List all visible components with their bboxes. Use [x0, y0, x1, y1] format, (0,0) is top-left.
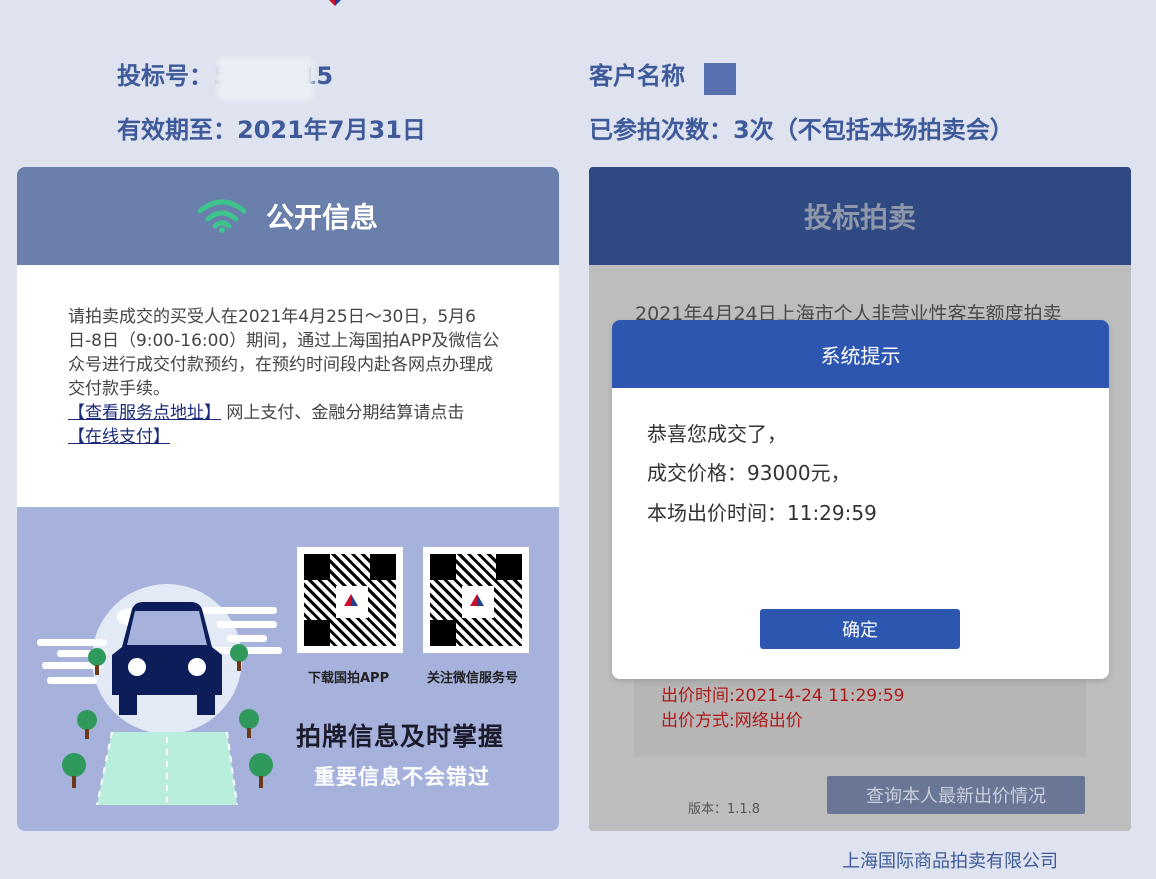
- bid-time-message: 本场出价时间：11:29:59: [647, 501, 877, 525]
- public-info-title: 公开信息: [265, 201, 378, 234]
- bid-time: 出价时间:2021-4-24 11:29:59: [661, 686, 905, 706]
- dialog-title: 系统提示: [820, 343, 901, 368]
- notice-block: 请拍卖成交的买受人在2021年4月25日～30日，5月6日-8日（9:00-16…: [17, 265, 559, 507]
- online-pay-link[interactable]: 【在线支付】: [68, 427, 170, 447]
- qr-caption-wechat: 关注微信服务号: [427, 671, 519, 686]
- app-qr-code: [297, 547, 403, 653]
- query-latest-bid-button[interactable]: 查询本人最新出价情况: [827, 776, 1085, 814]
- service-address-link[interactable]: 【查看服务点地址】: [68, 403, 221, 423]
- version-label: 版本：1.1.8: [688, 802, 761, 817]
- customer-name: 客户名称: [589, 56, 685, 91]
- promo-title: 拍牌信息及时掌握: [296, 722, 505, 751]
- deal-price: 成交价格：93000元，: [647, 461, 851, 485]
- wechat-qr-code: [423, 547, 529, 653]
- wifi-icon: [197, 199, 246, 233]
- promo-banner: 下载国拍APP 关注微信服务号 拍牌信息及时掌握 重要信息不会错过: [17, 507, 559, 831]
- system-prompt-dialog: 系统提示 恭喜您成交了， 成交价格：93000元， 本场出价时间：11:29:5…: [612, 320, 1109, 679]
- bid-auction-title: 投标拍卖: [803, 201, 916, 234]
- bid-auction-header: 投标拍卖: [589, 167, 1131, 265]
- payment-hint: 网上支付、金融分期结算请点击: [221, 403, 465, 423]
- qr-caption-app: 下载国拍APP: [308, 671, 390, 686]
- public-info-header: 公开信息: [17, 167, 559, 265]
- car-illustration-icon: [37, 584, 282, 806]
- company-name: 上海国际商品拍卖有限公司: [842, 851, 1058, 872]
- privacy-mask: [218, 58, 313, 100]
- valid-until: 有效期至：2021年7月31日: [117, 116, 426, 144]
- customer-name-label: 客户名称: [589, 62, 685, 90]
- public-info-card: 公开信息 请拍卖成交的买受人在2021年4月25日～30日，5月6日-8日（9:…: [17, 167, 559, 831]
- page-title: [390, 0, 840, 4]
- bid-method: 出价方式:网络出价: [661, 711, 803, 731]
- promo-subtitle: 重要信息不会错过: [314, 765, 490, 789]
- congrats-message: 恭喜您成交了，: [647, 422, 787, 446]
- bid-number-label: 投标号：: [117, 62, 213, 90]
- confirm-button[interactable]: 确定: [760, 609, 960, 649]
- logo-icon: [307, 0, 363, 6]
- dialog-header: 系统提示: [612, 320, 1109, 388]
- participation-count: 已参拍次数：3次（不包括本场拍卖会）: [589, 116, 1014, 144]
- notice-text: 请拍卖成交的买受人在2021年4月25日～30日，5月6日-8日（9:00-16…: [68, 307, 500, 399]
- privacy-mask: [704, 63, 736, 95]
